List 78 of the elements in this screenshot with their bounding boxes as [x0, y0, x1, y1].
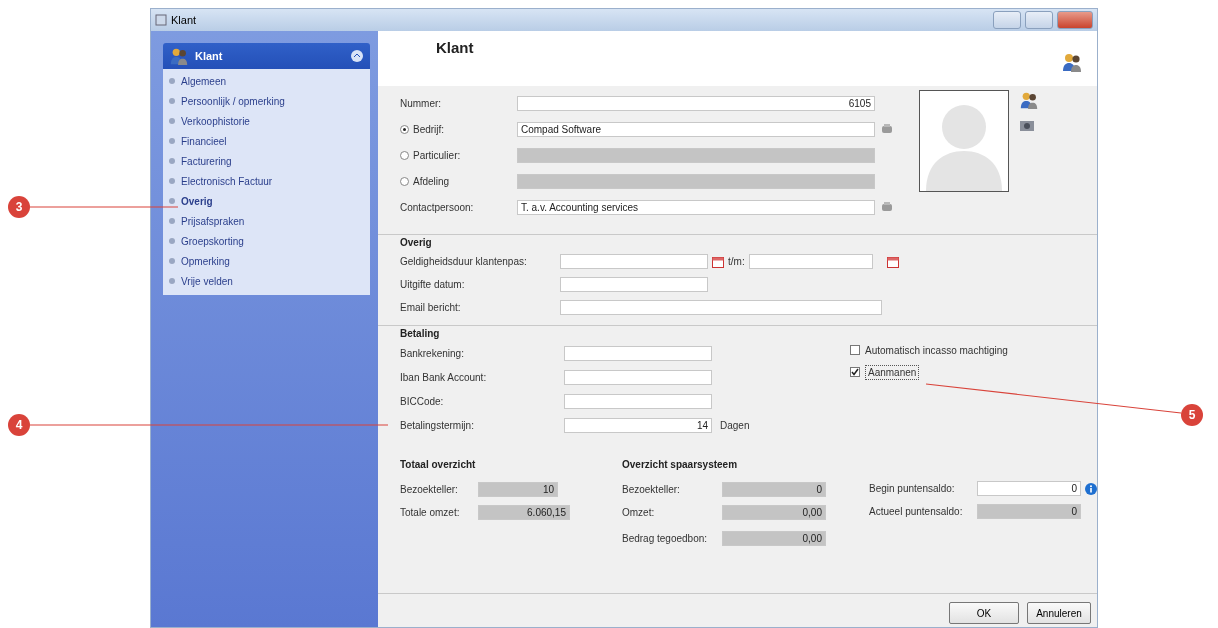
- email-field[interactable]: [560, 300, 882, 315]
- input-field[interactable]: Compad Software: [517, 121, 875, 137]
- cancel-button[interactable]: Annuleren: [1027, 602, 1091, 624]
- radio-label: Afdeling: [413, 175, 450, 187]
- camera-icon[interactable]: [1019, 118, 1035, 132]
- contact-field[interactable]: T. a.v. Accounting services: [517, 199, 875, 215]
- radio-button[interactable]: [400, 124, 409, 134]
- field-label: Bankrekening:: [400, 347, 464, 359]
- number-field[interactable]: 6105: [517, 95, 875, 111]
- field-label: Bezoekteller:: [622, 484, 680, 495]
- sidebar-item[interactable]: Persoonlijk / opmerking: [169, 95, 364, 107]
- field-label: Geldigheidsduur klantenpas:: [400, 256, 527, 267]
- date-field[interactable]: [748, 254, 873, 269]
- sidebar-item[interactable]: Groepskorting: [169, 235, 364, 247]
- field-label: Nummer:: [400, 97, 442, 109]
- sidebar-item[interactable]: Financieel: [169, 135, 364, 147]
- callout-number: 5: [1181, 404, 1203, 426]
- field-label: Totale omzet:: [400, 507, 460, 518]
- sidebar-item[interactable]: Opmerking: [169, 255, 364, 267]
- info-icon[interactable]: [1085, 482, 1097, 495]
- close-button[interactable]: [1057, 11, 1093, 29]
- input-field[interactable]: [564, 345, 712, 361]
- checkbox-label: Aanmanen: [865, 364, 920, 380]
- minimize-button[interactable]: [993, 11, 1021, 29]
- section-title: Overzicht spaarsysteem: [622, 459, 738, 470]
- field-label: Email bericht:: [400, 302, 461, 313]
- field-label: Uitgifte datum:: [400, 279, 465, 290]
- sidebar-item[interactable]: Verkoophistorie: [169, 115, 364, 127]
- date-field[interactable]: [560, 254, 708, 269]
- field-label: BICCode:: [400, 395, 444, 407]
- people-icon: [1061, 51, 1083, 73]
- sidebar-item[interactable]: Vrije velden: [169, 275, 364, 287]
- sidebar-title: Klant: [195, 50, 224, 62]
- sidebar-item[interactable]: Facturering: [169, 155, 364, 167]
- points-field: 0: [977, 504, 1081, 519]
- sidebar-item[interactable]: Prijsafspraken: [169, 215, 364, 227]
- calendar-icon[interactable]: [712, 255, 724, 268]
- readonly-field[interactable]: 10: [478, 482, 558, 497]
- page-title: Klant: [436, 39, 474, 58]
- readonly-field[interactable]: 0,00: [722, 530, 826, 546]
- maximize-button[interactable]: [1025, 11, 1053, 29]
- sidebar-item[interactable]: Algemeen: [169, 75, 364, 87]
- checkbox[interactable]: [850, 367, 860, 377]
- radio-label: Particulier:: [413, 149, 461, 161]
- field-label: Betalingstermijn:: [400, 419, 474, 431]
- input-field[interactable]: 14: [564, 417, 712, 433]
- field-label: Bedrag tegoedbon:: [622, 532, 708, 544]
- input-field[interactable]: [564, 393, 712, 409]
- radio-label: Bedrijf:: [413, 123, 445, 135]
- field-label: Contactpersoon:: [400, 201, 474, 213]
- readonly-field[interactable]: 6.060,15: [478, 505, 570, 520]
- section-title: Overig: [400, 237, 433, 250]
- unit-label: Dagen: [720, 419, 750, 431]
- input-field[interactable]: [564, 369, 712, 385]
- app-icon: [155, 14, 167, 26]
- checkbox-label: Automatisch incasso machtiging: [865, 344, 1008, 356]
- sidebar-item[interactable]: Electronisch Factuur: [169, 175, 364, 187]
- ok-button[interactable]: OK: [949, 602, 1019, 624]
- checkbox[interactable]: [850, 345, 860, 355]
- section-title: Totaal overzicht: [400, 459, 476, 470]
- field-label: Actueel puntensaldo:: [869, 506, 963, 517]
- people-icon: [169, 46, 189, 66]
- callout-number: 4: [8, 414, 30, 436]
- callout-number: 3: [8, 196, 30, 218]
- field-label: Iban Bank Account:: [400, 371, 487, 383]
- readonly-field[interactable]: 0: [722, 482, 826, 497]
- field-label: Begin puntensaldo:: [869, 483, 955, 494]
- section-title: Betaling: [400, 328, 441, 341]
- points-field[interactable]: 0: [977, 481, 1081, 496]
- window-title: Klant: [171, 14, 198, 26]
- date-field[interactable]: [560, 277, 708, 292]
- field-label: Bezoekteller:: [400, 484, 458, 495]
- sidebar-item[interactable]: Overig: [169, 195, 364, 207]
- field-label: Omzet:: [622, 507, 655, 518]
- readonly-field[interactable]: 0,00: [722, 505, 826, 520]
- field-label: t/m:: [728, 256, 745, 267]
- calendar-icon[interactable]: [886, 255, 899, 268]
- collapse-icon[interactable]: [350, 49, 364, 63]
